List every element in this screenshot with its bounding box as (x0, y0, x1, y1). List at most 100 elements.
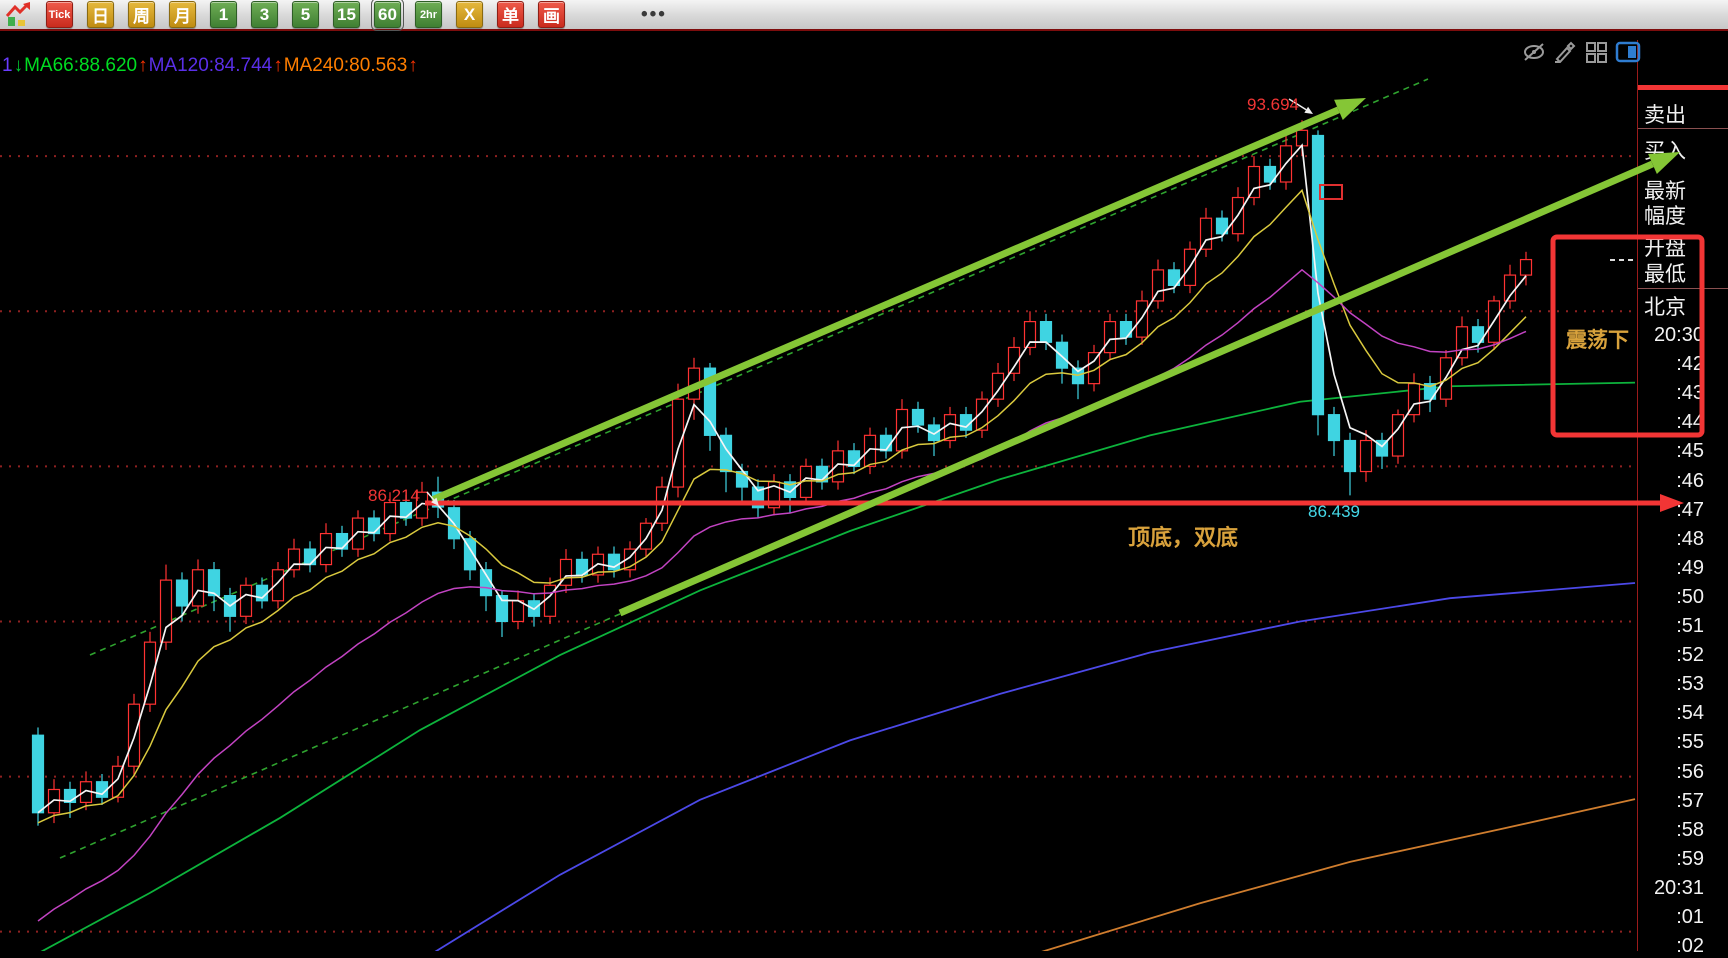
candle (449, 508, 460, 539)
candle (1297, 130, 1308, 146)
callout-arrow-0 (1289, 99, 1313, 114)
candle (481, 570, 492, 596)
candle (977, 399, 988, 430)
candle (1073, 368, 1084, 384)
candle (49, 789, 60, 812)
ma-prefix: 1 (2, 55, 13, 76)
toolbar-buttons: Tick 日周月135 15 60 2hr X单画 (46, 1, 565, 28)
ma-line-slow (38, 270, 1526, 921)
ma-down-arrow: ↓ (14, 55, 24, 76)
candle (593, 554, 604, 575)
candle (1041, 322, 1052, 343)
toolbar-button-5[interactable]: 5 (292, 1, 319, 28)
candle (145, 642, 156, 704)
candle (913, 409, 924, 425)
pencil-icon[interactable] (1553, 41, 1577, 63)
toolbar-button-1[interactable]: 1 (210, 1, 237, 28)
candle (1025, 322, 1036, 348)
time-row: 20:30 (1638, 324, 1704, 347)
candle (817, 466, 828, 482)
candle (1265, 167, 1276, 183)
toolbar-button-X[interactable]: X (456, 1, 483, 28)
candle (1393, 415, 1404, 456)
time-row: :59 (1638, 848, 1704, 871)
candle (465, 539, 476, 570)
candle (1409, 384, 1420, 415)
ma-line-fast (38, 145, 1526, 813)
toolbar-button-画[interactable]: 画 (538, 1, 565, 28)
candle (321, 534, 332, 565)
candle (33, 735, 44, 813)
candle (1137, 301, 1148, 337)
toolbar-button-单[interactable]: 单 (497, 1, 524, 28)
quote-label-low: 最低 (1644, 258, 1686, 288)
time-row: :43 (1638, 382, 1704, 405)
time-row: :02 (1638, 935, 1704, 958)
candle (545, 585, 556, 616)
quote-label-beijing: 北京 (1644, 291, 1686, 321)
pivot-marker-box (1320, 185, 1342, 199)
candle (225, 596, 236, 617)
candle (865, 435, 876, 466)
candle (1089, 353, 1100, 384)
chart-annotation-4: 震荡下 (1566, 329, 1629, 352)
toolbar-button-日[interactable]: 日 (87, 1, 114, 28)
candle (1169, 270, 1180, 286)
time-row: :52 (1638, 644, 1704, 667)
candle (1153, 270, 1164, 301)
candlestick-chart[interactable]: 93.69486.21486.439顶底，双底震荡下 (0, 0, 1728, 951)
candle (785, 482, 796, 498)
candle (737, 472, 748, 488)
toolbar-button-3[interactable]: 3 (251, 1, 278, 28)
candle (289, 549, 300, 570)
candle (1505, 275, 1516, 301)
candle (401, 503, 412, 519)
price-gridlines (0, 156, 1637, 932)
candle (1233, 198, 1244, 234)
ma-value-2: MA240:80.563 (284, 55, 408, 76)
toolbar-button-60[interactable]: 60 (374, 1, 401, 28)
candle (689, 368, 700, 399)
candle (561, 559, 572, 585)
time-row: :42 (1638, 353, 1704, 376)
ma-line-MA66 (40, 383, 1635, 951)
toolbar: Tick 日周月135 15 60 2hr X单画 ••• (0, 0, 1728, 31)
candle (1249, 167, 1260, 198)
more-button[interactable]: ••• (641, 4, 667, 26)
candle (1457, 327, 1468, 358)
candle (625, 549, 636, 570)
candle (209, 570, 220, 596)
candle (241, 585, 252, 616)
ma-line-MA120 (430, 583, 1635, 951)
candle (1361, 441, 1372, 472)
candle (257, 585, 268, 601)
candle (529, 601, 540, 617)
ma-line-MA240 (1040, 799, 1635, 951)
time-row: :46 (1638, 470, 1704, 493)
panel-layout-icon[interactable] (1615, 41, 1641, 63)
toolbar-button-15[interactable]: 15 (333, 1, 360, 28)
candle (1425, 384, 1436, 400)
candle (721, 435, 732, 471)
time-row: :57 (1638, 790, 1704, 813)
toolbar-button-2hr[interactable]: 2hr (415, 1, 442, 28)
toolbar-button-月[interactable]: 月 (169, 1, 196, 28)
time-row: :44 (1638, 411, 1704, 434)
toolbar-button-周[interactable]: 周 (128, 1, 155, 28)
candle (113, 766, 124, 797)
chart-annotation-0: 93.694 (1247, 95, 1299, 114)
quote-label-range: 幅度 (1644, 200, 1686, 230)
candles-group (33, 120, 1532, 825)
ma-up-arrow: ↑ (408, 55, 418, 76)
time-row: :56 (1638, 761, 1704, 784)
time-row: :50 (1638, 586, 1704, 609)
chart-annotation-3: 顶底，双底 (1128, 525, 1238, 550)
eye-off-icon[interactable] (1522, 41, 1546, 63)
candle (1281, 146, 1292, 182)
time-row: :55 (1638, 731, 1704, 754)
trend-arrow-1 (620, 152, 1680, 613)
time-row: :45 (1638, 440, 1704, 463)
candle (1185, 249, 1196, 285)
grid-icon[interactable] (1584, 41, 1608, 63)
toolbar-button-Tick[interactable]: Tick (46, 1, 73, 28)
